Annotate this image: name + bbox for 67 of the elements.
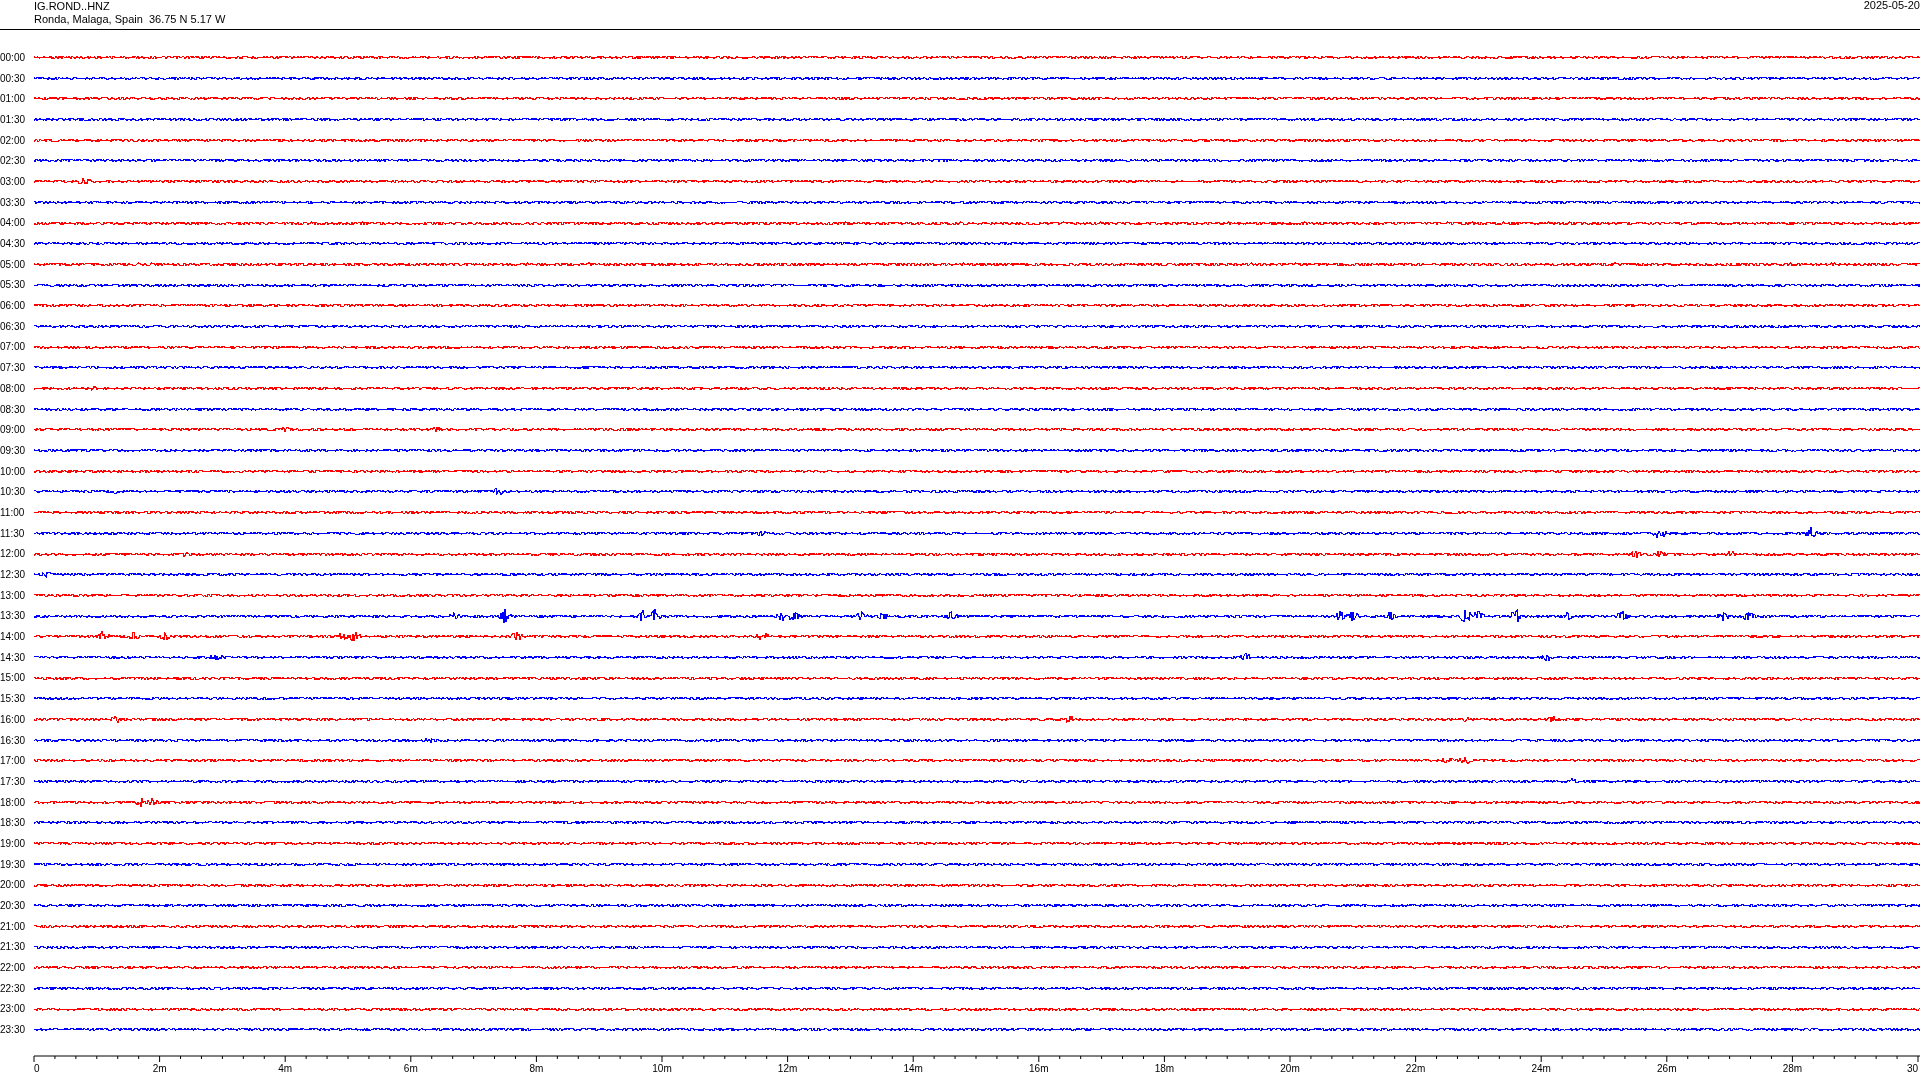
axis-label: 10m: [652, 1063, 672, 1074]
time-label: 10:30: [0, 486, 27, 498]
axis-label: 26m: [1657, 1063, 1677, 1074]
time-label: 05:00: [0, 258, 27, 270]
time-label: 16:30: [0, 734, 27, 746]
axis-label: 28m: [1782, 1063, 1803, 1074]
time-label: 18:00: [0, 796, 27, 808]
time-label: 22:00: [0, 962, 27, 974]
time-label: 10:00: [0, 465, 27, 477]
axis-label: 24m: [1531, 1063, 1551, 1074]
axis-label: 6m: [403, 1063, 418, 1074]
time-label: 21:00: [0, 920, 27, 932]
station-location: Ronda, Malaga, Spain 36.75 N 5.17 W: [34, 13, 226, 26]
axis-label: 14m: [903, 1063, 923, 1074]
time-label: 22:30: [0, 982, 27, 994]
time-label: 09:00: [0, 424, 27, 436]
time-label: 23:00: [0, 1003, 27, 1015]
time-label: 15:00: [0, 672, 27, 684]
time-label: 07:30: [0, 362, 27, 374]
time-label: 12:30: [0, 569, 27, 581]
time-label: 19:00: [0, 837, 27, 849]
time-label: 06:30: [0, 320, 27, 332]
time-label: 07:00: [0, 341, 27, 353]
axis-label: 0: [34, 1063, 40, 1074]
station-code: IG.ROND..HNZ: [34, 0, 111, 13]
time-label: 06:00: [0, 300, 27, 312]
time-label: 17:30: [0, 775, 27, 787]
time-label: 13:00: [0, 589, 27, 601]
axis-label: 16m: [1029, 1063, 1049, 1074]
time-label: 14:00: [0, 631, 27, 643]
time-label: 11:30: [0, 527, 26, 539]
time-label: 09:30: [0, 444, 27, 456]
time-label: 00:00: [0, 51, 27, 63]
time-label: 08:30: [0, 403, 27, 415]
time-label: 11:00: [0, 506, 26, 518]
time-label: 12:00: [0, 548, 27, 560]
time-label: 17:00: [0, 755, 27, 767]
time-label: 01:30: [0, 113, 27, 125]
time-label: 20:30: [0, 900, 27, 912]
axis-label: 12m: [777, 1063, 798, 1074]
time-label: 03:00: [0, 175, 27, 187]
time-label: 23:30: [0, 1024, 27, 1036]
axis-label: 2m: [152, 1063, 167, 1074]
time-label: 18:30: [0, 817, 27, 829]
axis-label: 8m: [529, 1063, 544, 1074]
time-label: 02:00: [0, 134, 27, 146]
axis-label: 22m: [1405, 1063, 1426, 1074]
time-label: 05:30: [0, 279, 27, 291]
time-label: 20:00: [0, 879, 27, 891]
time-label: 04:30: [0, 238, 27, 250]
time-label: 03:30: [0, 196, 27, 208]
date-label: 2025-05-20: [1863, 0, 1920, 13]
axis-label: 18m: [1154, 1063, 1175, 1074]
time-label: 01:00: [0, 93, 27, 105]
axis-label: 20m: [1280, 1063, 1300, 1074]
time-label: 00:30: [0, 72, 27, 84]
time-label: 21:30: [0, 941, 27, 953]
time-label: 08:00: [0, 382, 27, 394]
time-label: 14:30: [0, 651, 27, 663]
time-label: 15:30: [0, 693, 27, 705]
time-label: 16:00: [0, 713, 27, 725]
time-label: 02:30: [0, 155, 27, 167]
time-label: 04:00: [0, 217, 27, 229]
axis-label: 30: [1906, 1063, 1918, 1074]
time-label: 19:30: [0, 858, 27, 870]
time-label: 13:30: [0, 610, 27, 622]
axis-label: 4m: [278, 1063, 293, 1074]
